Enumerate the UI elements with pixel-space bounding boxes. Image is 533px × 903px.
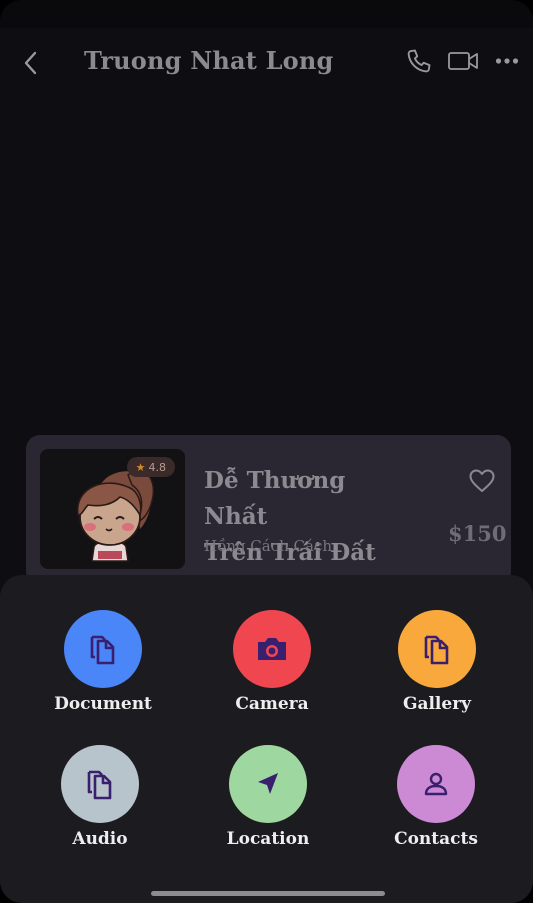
document-copy-icon [90, 635, 115, 665]
product-card[interactable]: ★ 4.8 Dễ Thương Nhất Trên Trái Đất Hồng … [26, 435, 511, 585]
attachment-sheet: Document Camera Gallery Audio Location C… [0, 575, 533, 903]
attach-document-circle [64, 610, 142, 688]
attach-document-button[interactable]: Document [28, 610, 178, 714]
product-price: $150 [448, 521, 507, 546]
product-title-line-1: Dễ Thương Nhất [204, 467, 346, 530]
rating-badge: ★ 4.8 [126, 457, 175, 477]
location-arrow-icon [258, 773, 278, 794]
more-options-button[interactable] [493, 46, 521, 76]
product-shop-name: Hồng Cách Cách [204, 537, 333, 555]
status-bar [0, 0, 533, 28]
attach-contacts-label: Contacts [394, 829, 478, 849]
contact-name: Truong Nhat Long [84, 46, 334, 75]
attach-gallery-circle [398, 610, 476, 688]
product-thumbnail: ★ 4.8 [40, 449, 185, 569]
star-icon: ★ [135, 460, 146, 474]
attach-contacts-circle [397, 745, 475, 823]
attach-location-label: Location [226, 829, 310, 849]
attach-camera-circle [233, 610, 311, 688]
document-copy-icon [87, 770, 112, 800]
favorite-button[interactable] [468, 468, 496, 494]
attach-contacts-button[interactable]: Contacts [361, 745, 511, 849]
home-indicator[interactable] [151, 891, 385, 896]
phone-icon [407, 49, 431, 73]
heart-icon [469, 469, 495, 492]
attach-gallery-button[interactable]: Gallery [362, 610, 512, 714]
person-icon [424, 772, 448, 796]
attach-audio-button[interactable]: Audio [25, 745, 175, 849]
attach-camera-button[interactable]: Camera [197, 610, 347, 714]
video-call-button[interactable] [446, 46, 480, 76]
video-camera-icon [448, 52, 478, 70]
attach-audio-label: Audio [72, 829, 128, 849]
call-button[interactable] [403, 46, 435, 76]
rating-value: 4.8 [148, 460, 167, 474]
chat-header: Truong Nhat Long [0, 28, 533, 98]
more-dots-icon [495, 58, 519, 64]
attach-location-circle [229, 745, 307, 823]
chat-screen: Truong Nhat Long ★ 4.8 Dễ Thương Nhất Tr… [0, 0, 533, 903]
camera-icon [258, 638, 286, 660]
attach-gallery-label: Gallery [402, 694, 472, 714]
attach-camera-label: Camera [235, 694, 309, 714]
back-button[interactable] [16, 48, 46, 78]
attach-document-label: Document [54, 694, 152, 714]
document-copy-icon [424, 635, 449, 665]
attach-audio-circle [61, 745, 139, 823]
attach-location-button[interactable]: Location [193, 745, 343, 849]
back-arrow-icon [24, 51, 37, 75]
